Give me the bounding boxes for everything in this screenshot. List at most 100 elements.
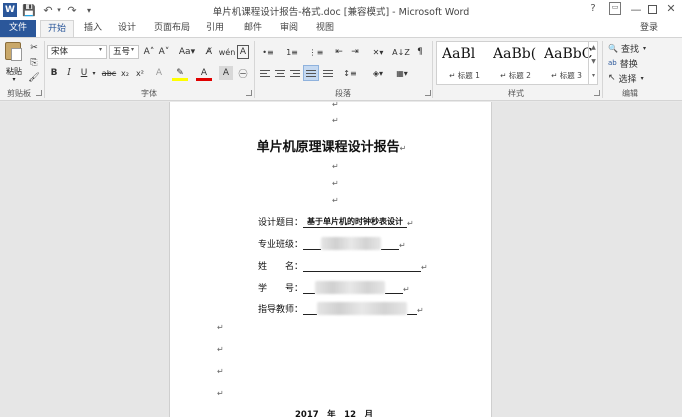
copy-icon[interactable]: ⎘ [27, 56, 41, 70]
highlight-color-button[interactable]: ✎ [172, 65, 188, 81]
more-styles-icon[interactable]: ▾ [589, 69, 598, 83]
chevron-down-icon[interactable]: ▼ [589, 55, 598, 69]
paragraph-mark: ↵ [217, 389, 224, 398]
tab-file[interactable]: 文件 [0, 20, 36, 37]
tab-review[interactable]: 审阅 [274, 20, 304, 37]
paragraph-mark: ↵ [332, 162, 339, 171]
close-icon[interactable]: ✕ [664, 2, 678, 15]
chevron-down-icon[interactable]: ▾ [131, 46, 134, 53]
field-value-line[interactable] [303, 303, 318, 315]
clear-formatting-icon[interactable]: A̸ [202, 45, 216, 59]
enclose-characters-icon[interactable]: ㊀ [236, 66, 250, 80]
paragraph-mark: ↵ [332, 116, 339, 125]
tab-view[interactable]: 视图 [310, 20, 340, 37]
style-sample: AaBbC [544, 46, 592, 62]
bullets-button[interactable]: •≡ [258, 45, 278, 59]
grow-font-icon[interactable]: A˄ [142, 45, 156, 59]
line-spacing-icon[interactable]: ↕≡ [340, 66, 360, 80]
tab-home[interactable]: 开始 [40, 20, 74, 38]
style-heading-2[interactable]: AaBb( ↵ 标题 2 [490, 44, 541, 82]
change-case-icon[interactable]: Aa▾ [176, 45, 198, 59]
tab-mailings[interactable]: 邮件 [238, 20, 268, 37]
replace-button[interactable]: ab 替换 [608, 56, 662, 70]
styles-scrollbar[interactable]: ▲ ▼ ▾ [588, 41, 598, 85]
numbering-button[interactable]: 1≡ [282, 45, 302, 59]
style-name: ↵ 标题 2 [500, 71, 531, 80]
tab-page-layout[interactable]: 页面布局 [150, 20, 194, 37]
font-launcher-icon[interactable] [246, 90, 252, 96]
field-value[interactable]: 基于单片机的时钟秒表设计 [303, 216, 408, 228]
multilevel-list-button[interactable]: ⋮≡ [306, 45, 326, 59]
align-left-icon[interactable] [258, 66, 272, 80]
italic-button[interactable]: I [63, 66, 75, 80]
field-value-line[interactable] [303, 282, 316, 294]
paragraph-mark: ↵ [417, 306, 424, 315]
shrink-font-icon[interactable]: A˅ [157, 45, 171, 59]
character-border-icon[interactable]: A [237, 45, 249, 59]
font-name-select[interactable]: 宋体 [47, 45, 107, 59]
superscript-button[interactable]: x² [133, 66, 147, 80]
paste-dropdown-icon[interactable]: ▾ [3, 76, 25, 83]
maximize-icon[interactable] [648, 5, 657, 14]
styles-launcher-icon[interactable] [594, 90, 600, 96]
borders-icon[interactable]: ▦▾ [392, 66, 412, 80]
field-value-line[interactable] [407, 303, 418, 315]
field-value-line[interactable] [303, 238, 322, 250]
paragraph-launcher-icon[interactable] [425, 90, 431, 96]
field-value-line[interactable] [303, 260, 422, 272]
field-name: 姓 名： ↵ [258, 258, 428, 272]
field-value-line[interactable] [381, 238, 400, 250]
sign-in-link[interactable]: 登录 [640, 20, 670, 37]
bold-button[interactable]: B [48, 66, 60, 80]
decrease-indent-icon[interactable]: ⇤ [332, 45, 346, 59]
cursor-icon: ↖ [608, 73, 616, 83]
font-color-button[interactable]: A [196, 65, 212, 81]
align-right-icon[interactable] [288, 66, 302, 80]
underline-dropdown-icon[interactable]: ▾ [90, 66, 98, 80]
field-label: 学 号： [258, 284, 304, 294]
increase-indent-icon[interactable]: ⇥ [348, 45, 362, 59]
paragraph-mark: ↵ [407, 219, 414, 228]
style-heading-3[interactable]: AaBbC ↵ 标题 3 [541, 44, 592, 82]
tab-insert[interactable]: 插入 [78, 20, 108, 37]
font-color-icon: A [200, 68, 208, 78]
chevron-up-icon[interactable]: ▲ [589, 41, 598, 55]
paste-button[interactable]: 粘贴 ▾ [3, 42, 23, 86]
font-group-label: 字体 [141, 89, 157, 98]
cut-icon[interactable]: ✂ [27, 41, 41, 55]
justify-icon[interactable] [303, 65, 319, 81]
help-icon[interactable]: ? [587, 3, 599, 14]
chevron-down-icon: ▾ [640, 74, 644, 82]
ribbon-tabs: 文件 开始 插入 设计 页面布局 引用 邮件 审阅 视图 登录 [0, 20, 682, 38]
font-size-select[interactable]: 五号 [109, 45, 139, 59]
sort-icon[interactable]: A↓Z [392, 45, 410, 59]
align-center-icon[interactable] [273, 66, 287, 80]
chevron-down-icon[interactable]: ▾ [99, 46, 102, 53]
window-title: 单片机课程设计报告-格式.doc [兼容模式] - Microsoft Word [212, 7, 470, 18]
title-bar: W 💾 ↶ ▾ ↷ ▾ 单片机课程设计报告-格式.doc [兼容模式] - Mi… [0, 0, 682, 20]
tab-design[interactable]: 设计 [112, 20, 142, 37]
field-value-line[interactable] [385, 282, 404, 294]
document-page[interactable]: ↵ ↵ 单片机原理课程设计报告↵ ↵ ↵ ↵ 设计题目： 基于单片机的时钟秒表设… [169, 100, 492, 417]
asian-layout-icon[interactable]: ✕▾ [368, 45, 388, 59]
select-button[interactable]: ↖ 选择 ▾ [608, 71, 662, 85]
strikethrough-button[interactable]: abc [101, 66, 117, 80]
phonetic-guide-icon[interactable]: wén [219, 45, 236, 59]
style-heading-1[interactable]: AaBl ↵ 标题 1 [439, 44, 490, 82]
field-student-id: 学 号： ↵ [258, 280, 410, 294]
shading-icon[interactable]: ◈▾ [368, 66, 388, 80]
show-marks-icon[interactable]: ¶ [413, 45, 427, 59]
text-effects-icon[interactable]: A [152, 66, 166, 80]
minimize-icon[interactable]: — [629, 3, 643, 16]
format-painter-icon[interactable]: 🖌 [27, 71, 41, 85]
underline-button[interactable]: U [78, 66, 90, 80]
tab-references[interactable]: 引用 [200, 20, 230, 37]
character-shading-icon[interactable]: A [219, 66, 233, 80]
distributed-icon[interactable] [321, 66, 335, 80]
find-button[interactable]: 🔍 查找 ▾ [608, 41, 662, 55]
subscript-button[interactable]: x₂ [118, 66, 132, 80]
document-area[interactable]: ↵ ↵ 单片机原理课程设计报告↵ ↵ ↵ ↵ 设计题目： 基于单片机的时钟秒表设… [0, 100, 682, 417]
clipboard-launcher-icon[interactable] [36, 90, 42, 96]
ribbon-display-options-icon[interactable]: ▭ [609, 2, 621, 15]
highlighter-icon: ✎ [176, 68, 184, 78]
